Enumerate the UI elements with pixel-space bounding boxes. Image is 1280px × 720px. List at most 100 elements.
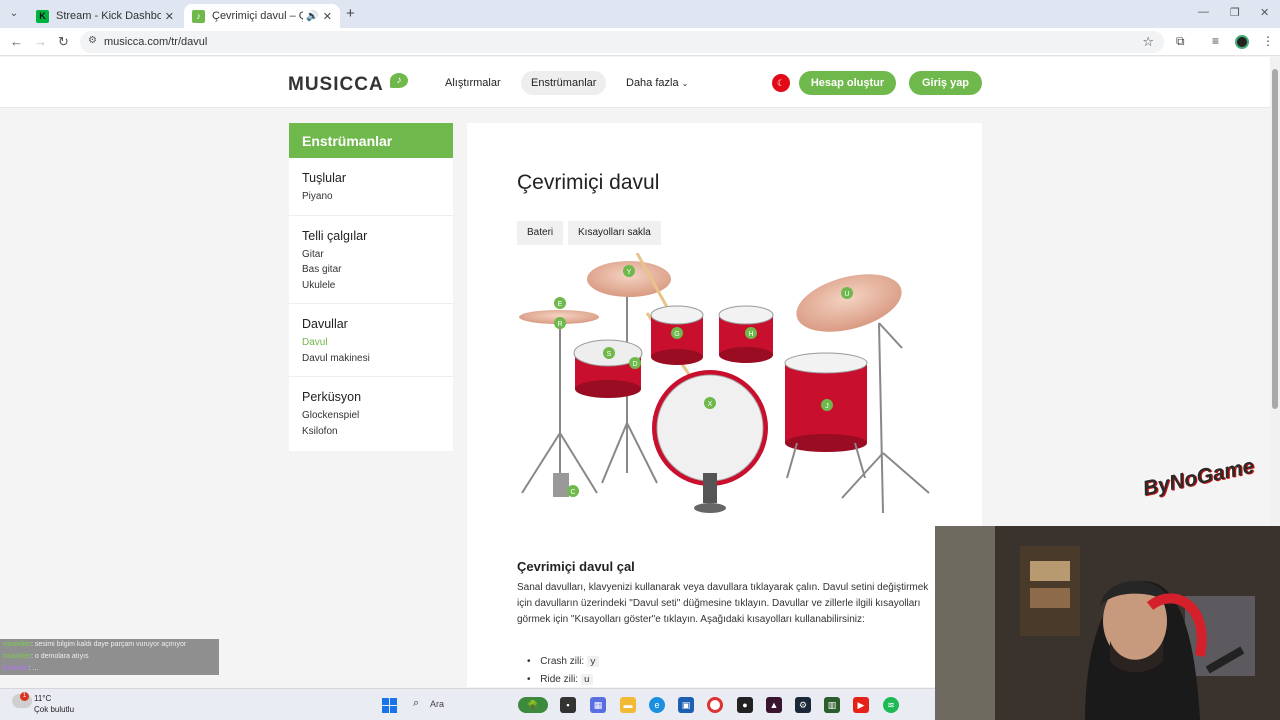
shortcut-label: Ride zili:	[540, 674, 579, 685]
notification-badge: 1	[20, 692, 29, 701]
scrollbar-thumb[interactable]	[1272, 69, 1278, 409]
davinci-icon[interactable]: ▲	[766, 697, 782, 713]
spotify-icon[interactable]: ≋	[883, 697, 899, 713]
youtube-icon[interactable]: ▶	[853, 697, 869, 713]
chat-text: o demolara atıyıs	[34, 653, 89, 660]
section-heading: Çevrimiçi davul çal	[517, 559, 635, 574]
key-badge-label: E	[558, 301, 563, 308]
nav-daha-fazla-label: Daha fazla	[626, 77, 679, 89]
extensions-icon[interactable]: ⧉	[1176, 34, 1185, 49]
profile-avatar[interactable]	[1235, 35, 1249, 49]
sidebar-item-gitar[interactable]: Gitar	[302, 247, 440, 263]
speaker-icon[interactable]: 🔊	[306, 11, 318, 22]
tab-title: Çevrimiçi davul – Çevrimiçi	[212, 10, 304, 22]
app-icon[interactable]: ▥	[824, 697, 840, 713]
chat-text: sesimi bilgim kaldı daye parçam vuruyor …	[34, 641, 187, 648]
site-info-icon[interactable]: ⚙	[88, 35, 97, 46]
store-icon[interactable]: ▦	[590, 697, 606, 713]
sidebar-group-title[interactable]: Davullar	[302, 317, 440, 331]
sidebar-item-davul[interactable]: Davul	[302, 335, 440, 351]
tab-kick-dashboard[interactable]: K Stream - Kick Dashboard ✕	[28, 4, 182, 28]
media-controls-icon[interactable]: ≡	[1212, 34, 1219, 48]
terminal-icon[interactable]: ▪	[560, 697, 576, 713]
reload-icon[interactable]: ↻	[58, 34, 69, 50]
nav-daha-fazla[interactable]: Daha fazla ⌄	[616, 71, 698, 95]
sidebar-group-percussion: Perküsyon Glockenspiel Ksilofon	[289, 377, 453, 449]
nav-enstrumanlar[interactable]: Enstrümanlar	[521, 71, 607, 95]
close-window-icon[interactable]: ✕	[1260, 6, 1269, 19]
kick-favicon-icon: K	[36, 9, 49, 23]
shortcut-key: u	[580, 674, 593, 685]
chat-message: musicker: sesimi bilgim kaldı daye parça…	[3, 641, 187, 648]
webcam-image	[935, 526, 1280, 720]
tab-search-icon[interactable]: ⌄	[6, 6, 22, 22]
instrument-sidebar: Enstrümanlar Tuşlular Piyano Telli çalgı…	[289, 123, 453, 451]
sidebar-item-glockenspiel[interactable]: Glockenspiel	[302, 408, 440, 424]
music-note-icon: ♪	[390, 73, 408, 88]
sidebar-item-davul-makinesi[interactable]: Davul makinesi	[302, 351, 440, 367]
search-icon[interactable]: ⌕	[413, 697, 419, 710]
weather-temperature[interactable]: 11°C	[34, 694, 51, 703]
sidebar-group-title[interactable]: Perküsyon	[302, 390, 440, 404]
sidebar-group-title[interactable]: Tuşlular	[302, 171, 440, 185]
turkish-flag-icon[interactable]: ☾	[772, 74, 790, 92]
sidebar-item-ksilofon[interactable]: Ksilofon	[302, 424, 440, 440]
new-tab-button[interactable]: +	[346, 5, 355, 22]
maximize-icon[interactable]: ❐	[1230, 6, 1240, 19]
bass-drum[interactable]	[652, 370, 768, 513]
minimize-icon[interactable]: —	[1198, 6, 1209, 18]
edge-icon[interactable]: e	[649, 697, 665, 713]
page-title: Çevrimiçi davul	[517, 171, 660, 194]
widget-icon[interactable]: 🌳	[518, 697, 548, 713]
musicca-favicon-icon: ♪	[192, 9, 205, 23]
sidebar-item-piyano[interactable]: Piyano	[302, 189, 440, 205]
close-tab-icon[interactable]: ✕	[323, 10, 332, 23]
floor-tom[interactable]	[784, 352, 868, 479]
sidebar-group-drums: Davullar Davul Davul makinesi	[289, 304, 453, 377]
bookmark-star-icon[interactable]: ☆	[1142, 34, 1154, 50]
steam-icon[interactable]: ⚙	[795, 697, 811, 713]
app-icon[interactable]: ▣	[678, 697, 694, 713]
chrome-icon[interactable]	[707, 697, 723, 713]
windows-start-icon[interactable]	[382, 698, 397, 713]
file-explorer-icon[interactable]: ▬	[620, 697, 636, 713]
close-tab-icon[interactable]: ✕	[165, 10, 174, 23]
tab-musicca-drums[interactable]: ♪ Çevrimiçi davul – Çevrimiçi 🔊 ✕	[184, 4, 340, 28]
hide-shortcuts-button[interactable]: Kısayolları sakla	[568, 221, 661, 245]
drum-kit: E R Y U G H S D X J C	[519, 253, 930, 514]
sidebar-group-title[interactable]: Telli çalgılar	[302, 229, 440, 243]
drum-kit-button[interactable]: Bateri	[517, 221, 564, 245]
address-bar[interactable]: ⚙ musicca.com/tr/davul ☆	[80, 31, 1164, 53]
back-icon[interactable]: ←	[10, 34, 23, 49]
hihat-pedal[interactable]	[553, 473, 569, 497]
browser-menu-icon[interactable]: ⋮	[1262, 34, 1274, 48]
nav-alistirmalar[interactable]: Alıştırmalar	[435, 71, 511, 95]
key-badge-label: Y	[627, 269, 632, 276]
create-account-button[interactable]: Hesap oluştur	[799, 71, 896, 95]
sidebar-group-keys: Tuşlular Piyano	[289, 158, 453, 216]
weather-description[interactable]: Çok bulutlu	[34, 705, 74, 714]
list-item: Crash zili: y	[527, 653, 599, 671]
key-badge-label: C	[570, 489, 575, 496]
sidebar-item-ukulele[interactable]: Ukulele	[302, 278, 440, 294]
browser-tab-bar: ⌄ K Stream - Kick Dashboard ✕ ♪ Çevrimiç…	[0, 0, 1280, 28]
taskbar-search[interactable]: Ara	[430, 699, 444, 709]
shortcut-label: Crash zili:	[540, 656, 585, 667]
instructions-paragraph: Sanal davulları, klavyenizi kullanarak v…	[517, 582, 929, 625]
sidebar-item-bas-gitar[interactable]: Bas gitar	[302, 262, 440, 278]
key-badge-label: D	[632, 361, 637, 368]
obs-icon[interactable]: ●	[737, 697, 753, 713]
chat-message: Berkes0: ...	[3, 665, 39, 672]
chat-overlay: musicker: sesimi bilgim kaldı daye parça…	[0, 639, 219, 675]
ride-cymbal[interactable]	[790, 264, 908, 342]
login-button[interactable]: Giriş yap	[909, 71, 982, 95]
site-logo[interactable]: MUSICCA	[288, 74, 384, 96]
chat-username: Berkes0	[3, 665, 29, 672]
sidebar-heading: Enstrümanlar	[289, 123, 453, 158]
key-badge-label: G	[674, 331, 679, 338]
list-item: Ride zili: u	[527, 671, 599, 687]
sidebar-group-strings: Telli çalgılar Gitar Bas gitar Ukulele	[289, 216, 453, 304]
shortcut-list: Crash zili: y Ride zili: u	[527, 653, 599, 687]
browser-toolbar: ← → ↻ ⚙ musicca.com/tr/davul ☆	[0, 28, 1280, 56]
forward-icon[interactable]: →	[34, 34, 47, 49]
